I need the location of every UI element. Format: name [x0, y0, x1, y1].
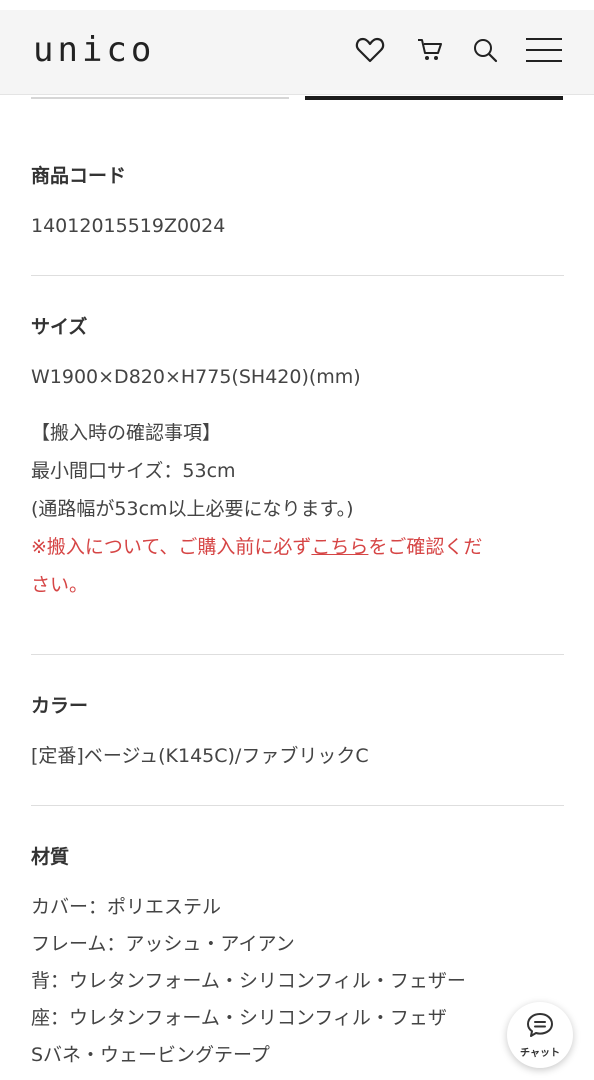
heart-icon[interactable]	[354, 34, 386, 66]
delivery-warning-cont: さい。	[31, 574, 89, 596]
size-section: サイズ W1900×D820×H775(SH420)(mm) 【搬入時の確認事項…	[31, 315, 564, 604]
passage-width-note: (通路幅が53cm以上必要になります。)	[31, 498, 354, 520]
size-value: W1900×D820×H775(SH420)(mm)	[31, 366, 361, 388]
product-code-value: 14012015519Z0024	[31, 215, 226, 237]
product-code-title: 商品コード	[31, 165, 127, 187]
chat-button[interactable]: チャット	[507, 1002, 573, 1068]
material-line: Sバネ・ウェービングテープ	[31, 1044, 270, 1066]
size-title: サイズ	[31, 316, 88, 338]
color-section: カラー [定番]ベージュ(K145C)/ファブリックC	[31, 694, 564, 768]
delivery-warning: ※搬入について、ご購入前に必ずこちらをご確認くだ	[31, 528, 564, 566]
color-value: [定番]ベージュ(K145C)/ファブリックC	[31, 745, 369, 767]
menu-icon[interactable]	[524, 34, 564, 66]
color-title: カラー	[31, 695, 89, 717]
material-line: 背：ウレタンフォーム・シリコンフィル・フェザー	[31, 970, 466, 992]
status-strip	[0, 0, 594, 10]
tab-indicator-active[interactable]	[305, 96, 563, 100]
warning-text: ※搬入について、ご購入前に必ず	[31, 536, 312, 558]
divider	[31, 654, 564, 655]
site-header: unico	[0, 10, 594, 95]
tab-indicator-inactive[interactable]	[31, 97, 289, 99]
material-section: 材質 カバー：ポリエステル フレーム：アッシュ・アイアン 背：ウレタンフォーム・…	[31, 845, 564, 1074]
warning-text-end: をご確認くだ	[368, 536, 483, 558]
material-line: カバー：ポリエステル	[31, 896, 222, 918]
chat-bubble-icon	[526, 1012, 554, 1042]
chat-label: チャット	[520, 1047, 560, 1059]
search-icon[interactable]	[469, 34, 501, 66]
divider	[31, 275, 564, 276]
divider	[31, 805, 564, 806]
min-opening-size: 最小間口サイズ：53cm	[31, 460, 236, 482]
material-line: 座：ウレタンフォーム・シリコンフィル・フェザ	[31, 1007, 447, 1029]
cart-icon[interactable]	[414, 34, 446, 66]
product-code-section: 商品コード 14012015519Z0024	[31, 164, 564, 238]
site-logo[interactable]: unico	[33, 30, 155, 70]
delivery-note-heading: 【搬入時の確認事項】	[31, 422, 222, 444]
delivery-info-link[interactable]: こちら	[311, 536, 368, 558]
material-title: 材質	[31, 846, 70, 868]
material-line: フレーム：アッシュ・アイアン	[31, 933, 295, 955]
